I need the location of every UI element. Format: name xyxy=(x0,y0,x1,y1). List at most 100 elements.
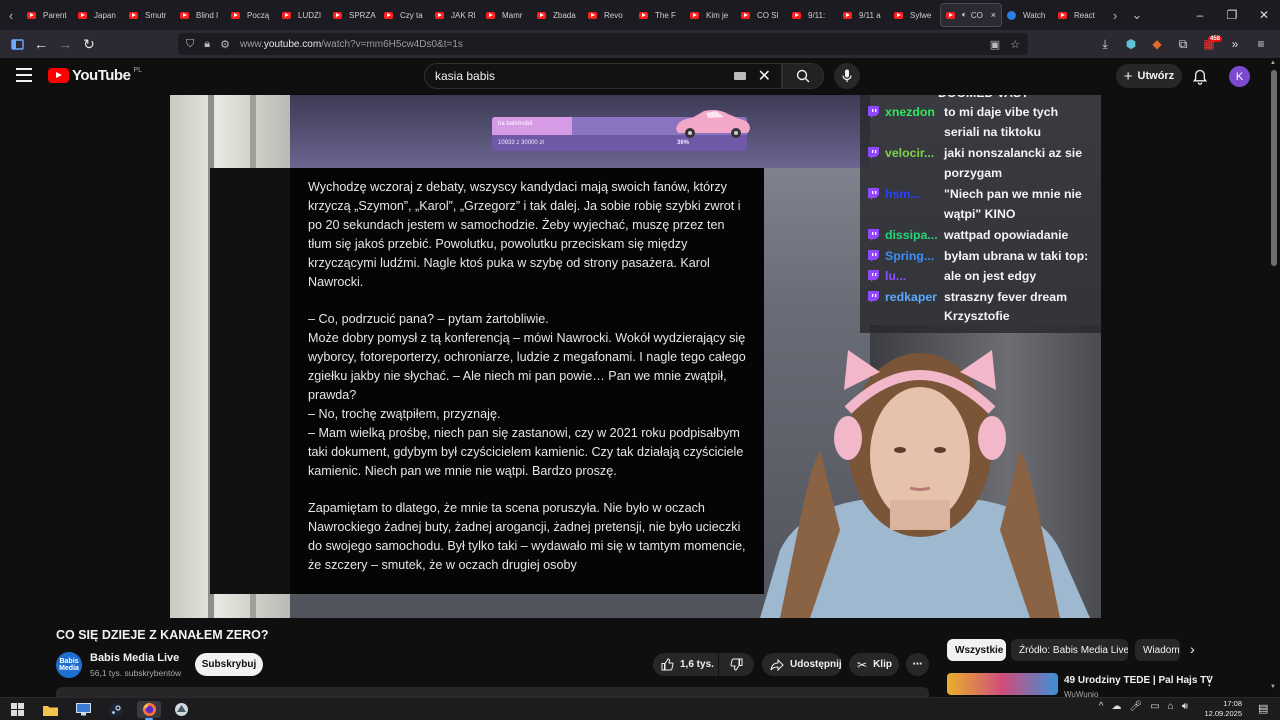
browser-tab[interactable]: Począ xyxy=(226,3,277,27)
video-player[interactable]: na babimobil 10933 z 30000 zł 36% Wychod… xyxy=(170,95,1101,618)
chat-username[interactable]: redkaper xyxy=(885,288,944,308)
sidebar-toggle-icon[interactable] xyxy=(5,32,29,56)
chips-next-icon[interactable]: › xyxy=(1190,641,1195,657)
picture-in-picture-icon[interactable]: ▣ xyxy=(990,38,1000,51)
url-text[interactable]: www.youtube.com/watch?v=mm6H5cw4Ds0&t=1s xyxy=(240,39,990,50)
browser-tab[interactable]: React xyxy=(1053,3,1104,27)
game-app-icon[interactable] xyxy=(172,701,190,718)
address-bar[interactable]: ⛉ 🔒︎ ⚙ www.youtube.com/watch?v=mm6H5cw4D… xyxy=(178,33,1028,55)
extension-fox-icon[interactable]: ◆ xyxy=(1144,37,1170,51)
browser-tab[interactable]: Kim je xyxy=(685,3,736,27)
extension-shield-icon[interactable]: ⬢ xyxy=(1118,37,1144,51)
recommended-video-thumbnail[interactable] xyxy=(947,673,1058,695)
browser-tab[interactable]: 9/11 a xyxy=(838,3,889,27)
browser-tab[interactable]: Watch xyxy=(1002,3,1053,27)
close-tab-icon[interactable]: × xyxy=(991,10,996,20)
close-window-icon[interactable]: ✕ xyxy=(1248,0,1280,30)
clip-button[interactable]: ✂ Klip xyxy=(849,653,899,676)
tab-list-dropdown-icon[interactable]: ⌄ xyxy=(1126,0,1148,30)
browser-tab[interactable]: Mamr xyxy=(481,3,532,27)
bookmark-star-icon[interactable]: ☆ xyxy=(1010,38,1020,51)
notifications-bell-icon[interactable] xyxy=(1190,67,1210,87)
lock-icon[interactable]: 🔒︎ xyxy=(204,38,210,51)
onedrive-icon[interactable]: ☁ xyxy=(1111,701,1121,712)
recommended-video-menu-icon[interactable]: ⋮ xyxy=(1203,673,1216,689)
description-box[interactable] xyxy=(56,687,929,697)
scroll-up-icon[interactable]: ▲ xyxy=(1270,60,1276,66)
downloads-icon[interactable]: ⤓ xyxy=(1092,37,1118,52)
like-button[interactable]: 1,6 tys. xyxy=(653,653,718,676)
tabs-scroll-right-icon[interactable]: › xyxy=(1104,0,1126,30)
browser-tab[interactable]: Blind I xyxy=(175,3,226,27)
monitor-app-icon[interactable] xyxy=(74,701,92,718)
more-actions-button[interactable]: ⋯ xyxy=(906,653,929,676)
chat-username[interactable]: lu... xyxy=(885,267,944,287)
chat-username[interactable]: Spring... xyxy=(885,247,944,267)
browser-tab[interactable]: Sylwe xyxy=(889,3,940,27)
tabs-scroll-left-icon[interactable]: ‹ xyxy=(0,0,22,30)
tray-overflow-icon[interactable]: ^ xyxy=(1099,701,1104,712)
chat-username[interactable]: xnezdon xyxy=(885,103,944,123)
subscribe-button[interactable]: Subskrybuj xyxy=(195,653,263,676)
page-scrollbar[interactable]: ▲ ▼ xyxy=(1268,58,1280,698)
search-input[interactable]: kasia babis ✕ xyxy=(424,63,782,89)
taskbar-clock[interactable]: 17:08 12.09.2025 xyxy=(1202,699,1242,719)
account-avatar[interactable]: K xyxy=(1229,66,1250,87)
browser-tab[interactable]: JAK Rl xyxy=(430,3,481,27)
share-button[interactable]: Udostępnij xyxy=(762,653,842,676)
browser-tab[interactable]: 9/11: xyxy=(787,3,838,27)
youtube-favicon-icon xyxy=(435,11,444,19)
browser-tab-active[interactable]: 🔈︎ CO × xyxy=(940,3,1002,27)
scroll-down-icon[interactable]: ▼ xyxy=(1270,684,1276,690)
windows-start-icon[interactable] xyxy=(8,701,26,718)
extensions-puzzle-icon[interactable]: ⧉ xyxy=(1170,37,1196,52)
shield-icon[interactable]: ⛉ xyxy=(186,38,194,51)
reload-icon[interactable]: ↻ xyxy=(77,32,101,56)
browser-tab[interactable]: Revo xyxy=(583,3,634,27)
guide-menu-icon[interactable] xyxy=(16,68,32,82)
browser-tab[interactable]: Parent xyxy=(22,3,73,27)
back-icon[interactable]: ← xyxy=(29,32,53,56)
browser-tab[interactable]: CO SI xyxy=(736,3,787,27)
filter-chip[interactable]: Źródło: Babis Media Live xyxy=(1011,639,1128,661)
browser-tab[interactable]: The F xyxy=(634,3,685,27)
chat-username[interactable]: dissipa... xyxy=(885,226,944,246)
extension-counter-icon[interactable]: ▦ 458 xyxy=(1196,36,1222,51)
chat-username[interactable]: hsm... xyxy=(885,185,944,205)
recommended-video-title[interactable]: 49 Urodziny TEDE | Pal Hajs TV xyxy=(1064,675,1213,686)
chat-username[interactable]: velocir... xyxy=(885,144,944,164)
app-menu-icon[interactable]: ≡ xyxy=(1248,37,1274,51)
filter-chip[interactable]: Wiadomości xyxy=(1135,639,1180,661)
network-icon[interactable]: ⌂ xyxy=(1168,701,1174,712)
search-button[interactable] xyxy=(782,63,824,89)
channel-avatar[interactable]: Babis Media xyxy=(56,652,82,678)
forward-icon[interactable]: → xyxy=(53,32,77,56)
browser-tab[interactable]: Smutr xyxy=(124,3,175,27)
overflow-chevrons-icon[interactable]: » xyxy=(1222,37,1248,51)
browser-tab[interactable]: Japan xyxy=(73,3,124,27)
youtube-logo[interactable]: YouTube PL xyxy=(48,67,142,84)
firefox-icon[interactable] xyxy=(137,701,161,720)
restore-icon[interactable]: ❐ xyxy=(1216,0,1248,30)
steam-icon[interactable] xyxy=(107,701,125,718)
tray-display-icon[interactable]: ▭ xyxy=(1150,701,1159,712)
permissions-icon[interactable]: ⚙ xyxy=(220,38,230,51)
browser-tab[interactable]: SPRZA xyxy=(328,3,379,27)
file-explorer-icon[interactable] xyxy=(41,701,59,718)
create-button[interactable]: + Utwórz xyxy=(1116,64,1182,88)
clear-search-icon[interactable]: ✕ xyxy=(758,66,771,86)
filter-chip[interactable]: Wszystkie xyxy=(947,639,1006,661)
keyboard-icon[interactable] xyxy=(733,72,746,80)
volume-icon[interactable]: 🔊︎ xyxy=(1182,701,1188,712)
speaker-icon[interactable]: 🔈︎ xyxy=(962,10,967,20)
browser-tab[interactable]: LUDZI xyxy=(277,3,328,27)
browser-tab[interactable]: Czy ta xyxy=(379,3,430,27)
dislike-button[interactable] xyxy=(719,653,754,676)
notification-center-icon[interactable]: ▤ xyxy=(1258,702,1272,716)
voice-search-button[interactable] xyxy=(834,63,860,89)
minimize-icon[interactable]: – xyxy=(1184,0,1216,30)
browser-tab[interactable]: Zbada xyxy=(532,3,583,27)
scroll-thumb[interactable] xyxy=(1271,70,1277,266)
channel-name[interactable]: Babis Media Live xyxy=(90,652,179,664)
tray-mic-icon[interactable]: 🎤︎ xyxy=(1129,701,1142,712)
